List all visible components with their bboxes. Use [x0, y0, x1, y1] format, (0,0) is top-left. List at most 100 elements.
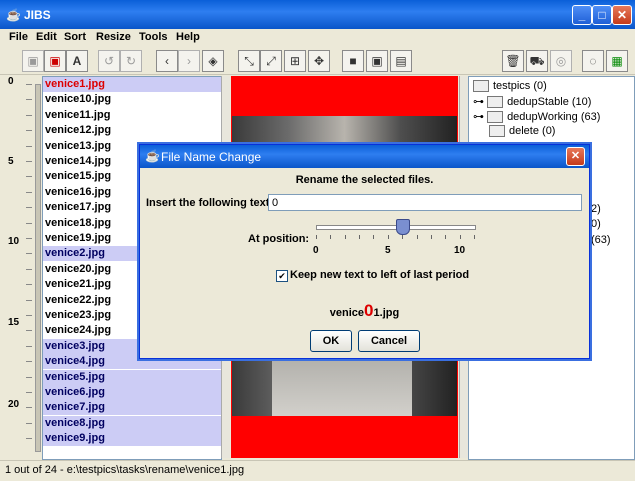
ok-button[interactable]: OK	[310, 330, 352, 352]
file-list-item[interactable]: venice12.jpg	[43, 123, 221, 138]
file-list-item[interactable]: venice10.jpg	[43, 92, 221, 107]
tree-node[interactable]: testpics (0)	[473, 80, 547, 93]
position-label: At position:	[248, 233, 310, 245]
close-button[interactable]: ✕	[612, 5, 632, 25]
text-icon[interactable]: A	[66, 50, 88, 72]
slider-tick	[402, 235, 404, 239]
tree-node[interactable]: 2)	[591, 203, 601, 215]
ruler-tick	[26, 284, 32, 286]
slider-tick	[316, 235, 317, 239]
framed-view-icon[interactable]: ▣	[366, 50, 388, 72]
move-icon[interactable]: ✥	[308, 50, 330, 72]
ruler-tick	[26, 407, 32, 409]
car-icon[interactable]: ⛟	[526, 50, 548, 72]
menu-help[interactable]: Help	[176, 31, 200, 43]
filename-preview: venice01.jpg	[140, 301, 589, 321]
minimize-button[interactable]: _	[572, 5, 592, 25]
ruler-tick	[26, 345, 32, 347]
single-view-icon[interactable]: ■	[342, 50, 364, 72]
java-cup-icon: ☕	[145, 149, 160, 163]
slider-tick	[416, 235, 418, 239]
fit-icon[interactable]: ⊞	[284, 50, 306, 72]
file-list-item[interactable]: venice7.jpg	[43, 400, 221, 416]
previous-icon[interactable]: ‹	[156, 50, 178, 72]
expand-key-icon[interactable]: ⊶	[473, 111, 487, 123]
file-list-item[interactable]: venice8.jpg	[43, 415, 221, 431]
ruler-tick	[26, 361, 32, 363]
file-list-item[interactable]: venice1.jpg	[43, 77, 221, 92]
expand-key-icon[interactable]: ⊶	[473, 96, 487, 108]
next-icon[interactable]: ›	[178, 50, 200, 72]
slider-tick	[330, 235, 332, 239]
tree-node[interactable]: 0)	[591, 218, 601, 230]
file-list-item[interactable]: venice6.jpg	[43, 385, 221, 400]
preview-insert: 0	[364, 301, 374, 320]
tree-node-label: testpics (0)	[493, 80, 547, 92]
ruler-tick	[26, 114, 32, 116]
folder-icon	[489, 125, 505, 138]
rotate-right-icon[interactable]: ↻	[120, 50, 142, 72]
slider-tick	[459, 235, 461, 239]
slider-label-min: 0	[313, 245, 319, 256]
spiral-icon[interactable]: ◎	[550, 50, 572, 72]
ruler-tick	[26, 161, 32, 162]
ruler-tick	[26, 376, 32, 378]
shrink-icon[interactable]: ⤡	[238, 50, 260, 72]
document-icon[interactable]: ▦	[606, 50, 628, 72]
position-slider-thumb[interactable]	[396, 219, 411, 235]
dialog-heading: Rename the selected files.	[295, 174, 434, 186]
insert-text-input[interactable]	[268, 194, 582, 211]
speech-bubble-icon[interactable]: ◌	[582, 50, 604, 72]
index-ruler[interactable]: 0 5 10 15 20	[2, 76, 42, 458]
ruler-tick	[26, 191, 32, 193]
file-list-item[interactable]: venice9.jpg	[43, 431, 221, 447]
app-icon: ☕	[6, 8, 21, 22]
maximize-button[interactable]: □	[592, 5, 612, 25]
ruler-label: 5	[8, 156, 14, 167]
rotate-left-icon[interactable]: ↺	[98, 50, 120, 72]
slider-tick	[373, 235, 375, 239]
tree-node[interactable]: (63)	[591, 234, 611, 246]
ruler-tick	[26, 392, 32, 393]
menu-resize[interactable]: Resize	[96, 31, 131, 43]
save-icon[interactable]: ▣	[22, 50, 44, 72]
tree-node-label: (63)	[591, 234, 611, 246]
menu-edit[interactable]: Edit	[36, 31, 57, 43]
tree-node-label: dedupStable (10)	[507, 96, 592, 108]
ruler-tick	[26, 130, 32, 132]
insert-text-label: Insert the following text:	[146, 197, 274, 209]
filmstrip-icon[interactable]: ▤	[390, 50, 412, 72]
preview-suffix: 1.jpg	[373, 307, 400, 319]
tree-node[interactable]: ⊶ dedupStable (10)	[473, 95, 592, 109]
tag-icon[interactable]: ◈	[202, 50, 224, 72]
file-list-item[interactable]: venice5.jpg	[43, 369, 221, 385]
slider-tick	[387, 235, 389, 239]
ruler-label: 15	[8, 317, 20, 328]
slider-tick	[474, 235, 475, 239]
keep-left-checkbox[interactable]: ✔	[276, 270, 288, 282]
trash-icon[interactable]: 🗑	[502, 50, 524, 72]
keep-left-label: Keep new text to left of last period	[290, 269, 470, 281]
toolbar: ▣ ▣ A ↺ ↻ ‹ › ◈ ⤡ ⤢ ⊞ ✥ ■ ▣ ▤ 🗑 ⛟ ◎ ◌ ▦	[0, 46, 635, 75]
ruler-tick	[26, 99, 32, 101]
status-bar: 1 out of 24 - e:\testpics\tasks\rename\v…	[0, 460, 635, 481]
expand-icon[interactable]: ⤢	[260, 50, 282, 72]
window-title: JIBS	[24, 8, 51, 22]
cancel-button[interactable]: Cancel	[358, 330, 420, 352]
tree-node-label: dedupWorking (63)	[507, 111, 601, 123]
ruler-track[interactable]	[35, 84, 41, 452]
menu-tools[interactable]: Tools	[139, 31, 168, 43]
ruler-label: 0	[8, 76, 14, 87]
menu-sort[interactable]: Sort	[64, 31, 86, 43]
tree-node[interactable]: ⊶ dedupWorking (63)	[473, 110, 601, 124]
save-as-icon[interactable]: ▣	[44, 50, 66, 72]
slider-tick	[445, 235, 447, 239]
preview-prefix: venice	[329, 307, 365, 319]
file-list-item[interactable]: venice11.jpg	[43, 108, 221, 123]
tree-node[interactable]: delete (0)	[473, 125, 555, 138]
ruler-tick	[26, 176, 32, 178]
menu-file[interactable]: File	[9, 31, 28, 43]
ruler-tick	[26, 238, 32, 239]
dialog-close-button[interactable]: ✕	[566, 147, 585, 166]
ruler-tick	[26, 299, 32, 301]
